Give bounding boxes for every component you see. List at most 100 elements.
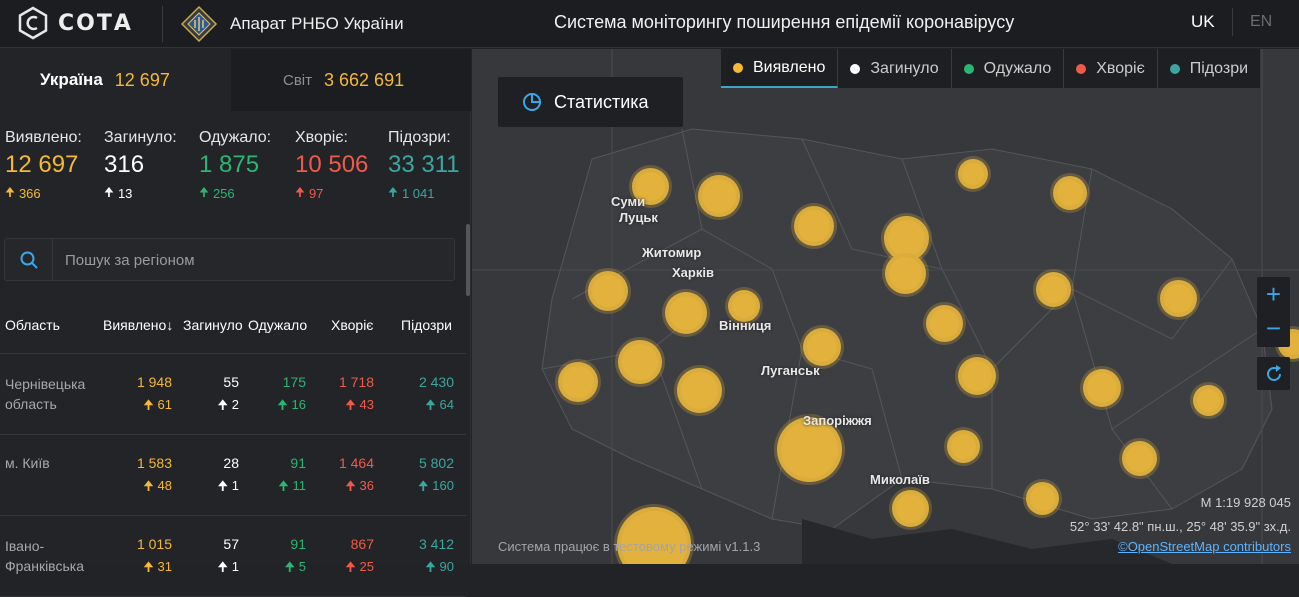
zoom-out-button[interactable]: − (1257, 311, 1290, 345)
stat-dead: Загинуло: 316 🠉 13 (104, 129, 177, 204)
city-label: Харків (672, 265, 714, 280)
map-marker[interactable] (558, 362, 598, 402)
map-marker[interactable] (958, 357, 996, 395)
org-brand[interactable]: Апарат РНБО України (180, 6, 404, 42)
layer-label: Виявлено (753, 58, 826, 76)
map-marker[interactable] (1122, 441, 1157, 476)
search-button[interactable] (5, 239, 53, 280)
cell-dead: 57 🠉 1 (180, 536, 239, 580)
delta: 🠉 5 (284, 559, 306, 574)
org-name: Апарат РНБО України (230, 14, 404, 33)
table-row[interactable]: м. Київ 1 583 🠉 48 28 🠉 1 91 🠉 11 1 464 🠉 36… (0, 435, 466, 516)
map-marker[interactable] (665, 292, 707, 334)
map-marker[interactable] (958, 159, 988, 189)
value: 1 583 (136, 455, 172, 471)
delta: 🠉 90 (425, 559, 454, 574)
delta-value: 13 (117, 186, 133, 201)
delta: 🠉 36 (345, 478, 374, 493)
column-header-dead[interactable]: Загинуло (183, 317, 243, 333)
rnbo-emblem-icon (180, 6, 218, 42)
layer-sick[interactable]: Хворіє (1064, 49, 1158, 88)
scrollbar[interactable] (466, 224, 470, 296)
column-header-detected[interactable]: Виявлено↓ (103, 317, 173, 333)
map-marker[interactable] (803, 328, 841, 366)
cell-dead: 28 🠉 1 (180, 455, 239, 499)
stat-label: Хворіє: (295, 129, 348, 146)
arrow-up-icon: 🠉 (104, 185, 114, 199)
delta: 🠉 1 (217, 559, 239, 574)
map-marker[interactable] (1053, 176, 1087, 210)
stat-value: 33 311 (388, 151, 460, 178)
column-header-region[interactable]: Область (5, 317, 60, 333)
scope-label: Світ (283, 71, 313, 89)
value: 91 (290, 455, 306, 471)
layer-label: Одужало (983, 59, 1052, 77)
statistics-label: Статистика (554, 91, 649, 112)
statistics-button[interactable]: Статистика (498, 77, 683, 127)
map-marker[interactable] (1193, 385, 1224, 416)
city-label: Житомир (642, 245, 702, 260)
cell-recovered: 91 🠉 5 (250, 536, 306, 580)
delta-value: 48 (157, 478, 172, 493)
map-marker[interactable] (1083, 369, 1121, 407)
osm-attribution-link[interactable]: ©OpenStreetMap contributors (1118, 539, 1291, 554)
logo[interactable]: СОТА (16, 6, 133, 40)
region-name: Івано-Франківська (5, 538, 84, 574)
stat-delta: 🠉 256 (199, 183, 271, 204)
dot-icon (733, 62, 743, 73)
map-marker[interactable] (1026, 482, 1059, 515)
city-label: Луцьк (619, 210, 658, 225)
column-header-suspect[interactable]: Підозри (401, 317, 452, 333)
search-input[interactable] (65, 249, 445, 271)
delta: 🠉 31 (143, 559, 172, 574)
table-row[interactable]: Чернівецька область 1 948 🠉 61 55 🠉 2 175 🠉… (0, 354, 466, 435)
map-marker[interactable] (885, 253, 926, 294)
stat-value: 1 875 (199, 151, 260, 178)
cell-recovered: 91 🠉 11 (250, 455, 306, 499)
delta-value: 11 (292, 478, 307, 493)
column-header-sick[interactable]: Хворіє (331, 317, 373, 333)
layer-suspect[interactable]: Підозри (1158, 49, 1260, 88)
value: 1 948 (136, 374, 172, 390)
map-marker[interactable] (1036, 272, 1071, 307)
layer-detected[interactable]: Виявлено (721, 49, 839, 88)
delta-value: 1 (231, 559, 239, 574)
reset-view-button[interactable] (1257, 357, 1290, 390)
value: 1 718 (338, 374, 374, 390)
map-marker[interactable] (794, 206, 834, 246)
lang-en-button[interactable]: EN (1250, 13, 1272, 31)
map-marker[interactable] (677, 368, 722, 413)
delta-value: 366 (18, 186, 41, 201)
delta-value: 16 (291, 397, 306, 412)
delta: 🠉 2 (217, 397, 239, 412)
cell-detected: 1 015 🠉 31 (112, 536, 172, 580)
map-scale: M 1:19 928 045 (1200, 495, 1291, 510)
value: 28 (223, 455, 239, 471)
stat-delta: 🠉 97 (295, 183, 368, 204)
value: 5 802 (418, 455, 454, 471)
map-marker[interactable] (588, 271, 628, 311)
page-title: Система моніторингу поширення епідемії к… (554, 12, 1015, 32)
table-row[interactable]: Івано-Франківська 1 015 🠉 31 57 🠉 1 91 🠉 5 … (0, 516, 466, 597)
lang-uk-button[interactable]: UK (1191, 12, 1215, 32)
map-marker[interactable] (698, 175, 740, 217)
zoom-in-button[interactable]: + (1257, 277, 1290, 311)
map-marker[interactable] (1160, 280, 1197, 317)
layer-recovered[interactable]: Одужало (952, 49, 1065, 88)
arrow-up-icon: 🠉 (388, 185, 398, 199)
map-marker[interactable] (618, 340, 662, 384)
layer-dead[interactable]: Загинуло (838, 49, 952, 88)
map-view[interactable]: Суми Луцьк Житомир Харків Вінниця Луганс… (472, 49, 1299, 564)
column-header-recovered[interactable]: Одужало (248, 317, 307, 333)
delta-value: 31 (157, 559, 172, 574)
scope-tab-world[interactable]: Світ 3 662 691 (231, 49, 471, 111)
sort-arrow-icon: ↓ (166, 317, 174, 333)
layer-label: Хворіє (1096, 59, 1145, 77)
delta: 🠉 1 (217, 478, 239, 493)
map-marker[interactable] (892, 490, 929, 527)
scope-tab-ukraine[interactable]: Україна 12 697 (0, 49, 231, 111)
delta-value: 61 (157, 397, 172, 412)
map-marker[interactable] (947, 430, 980, 463)
stat-label: Підозри: (388, 129, 451, 146)
map-marker[interactable] (926, 305, 963, 342)
